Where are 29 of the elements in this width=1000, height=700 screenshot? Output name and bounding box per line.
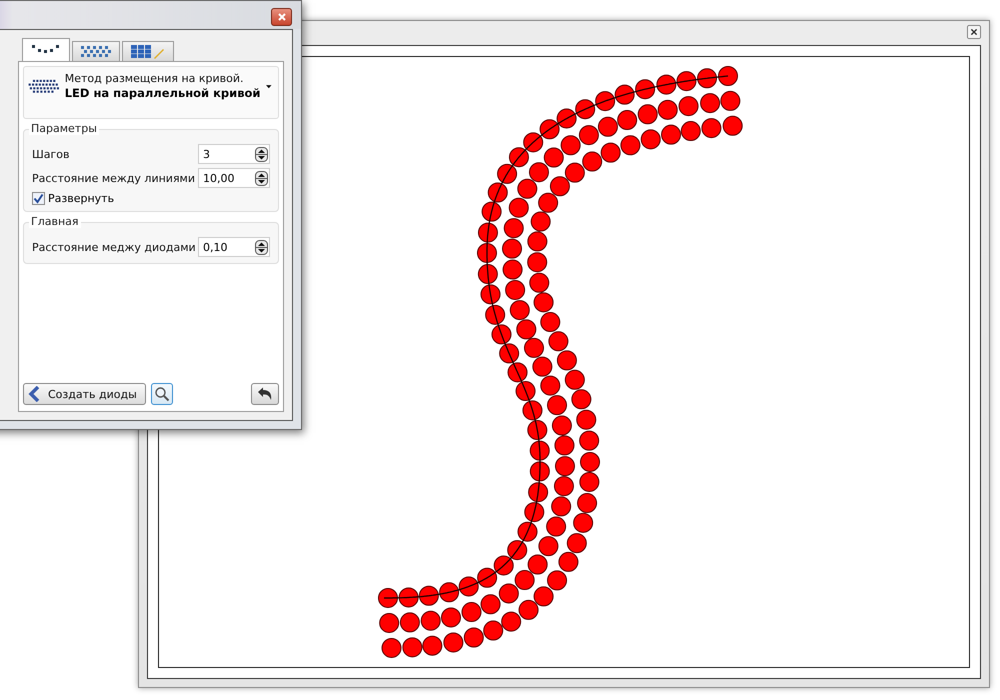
spin-box[interactable]: 0,10 bbox=[198, 237, 270, 257]
undo-button[interactable] bbox=[251, 383, 279, 405]
spinner-arrows-icon bbox=[255, 240, 268, 254]
group-title: Параметры bbox=[29, 122, 99, 135]
spin-box[interactable]: 3 bbox=[198, 144, 270, 164]
close-icon[interactable] bbox=[967, 25, 981, 39]
method-value: LED на параллельной кривой bbox=[64, 86, 260, 100]
close-icon bbox=[276, 12, 286, 22]
create-diodes-button[interactable]: Создать диоды bbox=[23, 383, 146, 405]
spinner-arrows-icon bbox=[255, 146, 268, 162]
method-selector[interactable]: Метод размещения на кривой. LED на параллельной кривой bbox=[23, 66, 279, 119]
checkbox[interactable] bbox=[32, 192, 45, 205]
checkbox-label: Развернуть bbox=[48, 192, 114, 205]
field-label: Расстояние между линиями bbox=[32, 172, 196, 184]
undo-arrow-icon bbox=[257, 387, 273, 401]
close-button[interactable] bbox=[271, 8, 292, 26]
dots-icon bbox=[31, 44, 61, 56]
method-label: Метод размещения на кривой. bbox=[64, 72, 245, 85]
dropdown-caret-icon bbox=[266, 84, 272, 90]
group-title: Главная bbox=[29, 215, 81, 228]
grid-pencil-icon bbox=[131, 44, 165, 58]
tab[interactable] bbox=[22, 38, 70, 61]
search-icon bbox=[154, 386, 170, 402]
spin-box[interactable]: 10,00 bbox=[198, 168, 270, 188]
field-label: Расстояние меджу диодами bbox=[32, 240, 196, 254]
field-label: Шагов bbox=[32, 148, 70, 160]
search-button[interactable] bbox=[150, 383, 173, 405]
spinner-arrows-icon bbox=[255, 170, 268, 186]
checker-grid-icon bbox=[81, 46, 111, 58]
